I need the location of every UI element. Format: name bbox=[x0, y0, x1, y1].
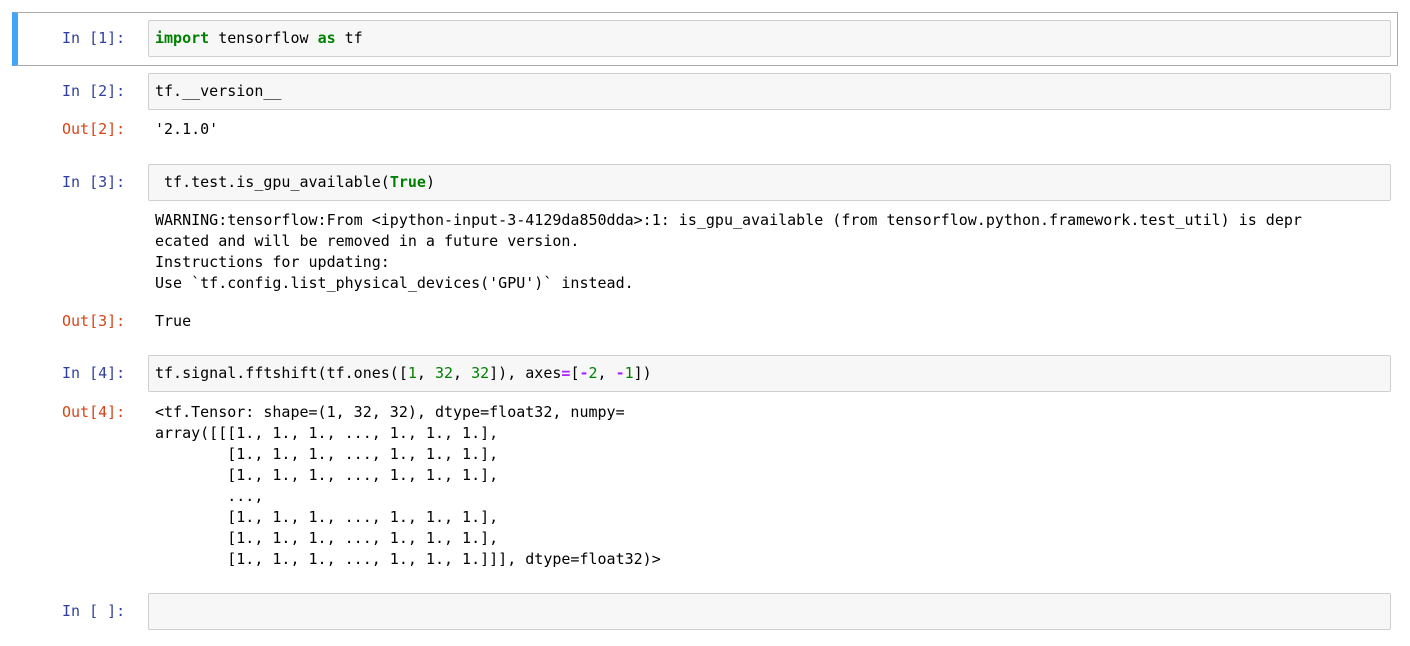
code-token: tensorflow bbox=[209, 29, 318, 47]
code-token: , bbox=[453, 364, 472, 382]
code-token: ) bbox=[425, 173, 435, 191]
keyword-token: import bbox=[155, 29, 210, 47]
in-prompt: In [2]: bbox=[62, 82, 126, 100]
cell-output: True bbox=[155, 312, 192, 330]
code-token: ]), axes bbox=[489, 364, 562, 382]
code-token: , bbox=[416, 364, 435, 382]
number-token: 1 bbox=[624, 364, 634, 382]
code-input[interactable]: tf.__version__ bbox=[148, 73, 1391, 110]
number-token: 32 bbox=[471, 364, 490, 382]
code-token: tf.signal.fftshift(tf.ones([ bbox=[155, 364, 408, 382]
in-prompt: In [3]: bbox=[62, 173, 126, 191]
cell-output: '2.1.0' bbox=[155, 120, 219, 138]
code-token: tf.test.is_gpu_available( bbox=[155, 173, 390, 191]
code-token: , bbox=[597, 364, 616, 382]
code-input[interactable] bbox=[148, 593, 1391, 630]
out-prompt: Out[3]: bbox=[62, 312, 126, 330]
out-prompt: Out[4]: bbox=[62, 403, 126, 421]
stderr-output: WARNING:tensorflow:From <ipython-input-3… bbox=[155, 211, 1302, 292]
code-token: tf.__version__ bbox=[155, 82, 282, 100]
out-prompt: Out[2]: bbox=[62, 120, 126, 138]
in-prompt: In [1]: bbox=[62, 29, 126, 47]
in-prompt: In [4]: bbox=[62, 364, 126, 382]
code-token: ]) bbox=[633, 364, 652, 382]
number-token: 2 bbox=[588, 364, 598, 382]
operator-token: - bbox=[579, 364, 589, 382]
code-token: tf bbox=[335, 29, 363, 47]
keyword-token: as bbox=[317, 29, 336, 47]
code-input[interactable]: tf.test.is_gpu_available(True) bbox=[148, 164, 1391, 201]
keyword-token: True bbox=[389, 173, 426, 191]
code-input[interactable]: tf.signal.fftshift(tf.ones([1, 32, 32]),… bbox=[148, 355, 1391, 392]
number-token: 32 bbox=[434, 364, 454, 382]
code-input[interactable]: import tensorflow as tf bbox=[148, 20, 1391, 57]
in-prompt: In [ ]: bbox=[62, 602, 126, 620]
number-token: 1 bbox=[407, 364, 417, 382]
cell-output: <tf.Tensor: shape=(1, 32, 32), dtype=flo… bbox=[155, 403, 661, 568]
operator-token: - bbox=[615, 364, 625, 382]
